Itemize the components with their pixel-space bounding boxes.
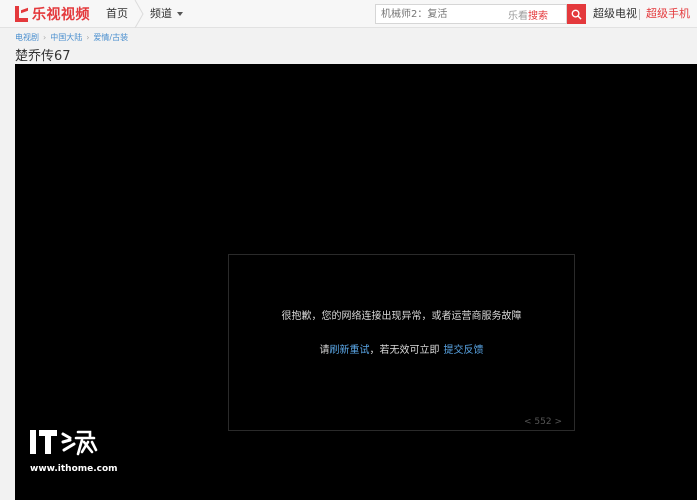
nav-home-link[interactable]: 首页 — [96, 0, 138, 28]
error-message: 很抱歉，您的网络连接出现异常，或者运营商服务故障 — [281, 311, 522, 322]
breadcrumb-item[interactable]: 电视剧 — [15, 32, 39, 43]
chevron-right-icon: › — [43, 32, 47, 42]
header-divider — [639, 9, 640, 20]
search-hint: 乐看搜索 — [508, 10, 548, 22]
ithome-logo-icon — [30, 430, 98, 456]
search-box: 乐看搜索 — [375, 4, 567, 24]
error-code: < 552 > — [524, 417, 562, 427]
super-phone-link[interactable]: 超级手机 — [646, 0, 690, 28]
breadcrumb: 电视剧 › 中国大陆 › 爱情/古装 — [15, 31, 128, 43]
breadcrumb-item[interactable]: 爱情/古装 — [93, 32, 128, 43]
site-logo[interactable]: 乐视视频 — [13, 4, 90, 24]
super-tv-link[interactable]: 超级电视 — [593, 0, 637, 28]
logo-text: 乐视视频 — [32, 7, 90, 23]
retry-line: 请刷新重试，若无效可立即 提交反馈 — [229, 341, 574, 356]
retry-middle: ，若无效可立即 — [369, 345, 440, 356]
page-title: 楚乔传67 — [15, 49, 71, 64]
error-panel: 很抱歉，您的网络连接出现异常，或者运营商服务故障 请刷新重试，若无效可立即 提交反… — [228, 254, 575, 431]
breadcrumb-item[interactable]: 中国大陆 — [50, 32, 82, 43]
ithome-watermark: www.ithome.com — [30, 428, 120, 478]
retry-prefix: 请 — [319, 345, 330, 356]
nav-separator-icon — [134, 0, 144, 28]
chevron-down-icon — [177, 12, 183, 16]
nav-channel-dropdown[interactable]: 频道 — [150, 0, 183, 28]
search-button[interactable] — [567, 4, 586, 24]
search-input[interactable] — [376, 5, 508, 23]
letv-logo-icon — [13, 5, 29, 23]
watermark-url: www.ithome.com — [30, 464, 118, 474]
nav-channel-label: 频道 — [150, 7, 172, 20]
search-icon — [571, 9, 582, 20]
top-header: 乐视视频 首页 频道 乐看搜索 超级电视 超级手机 — [0, 0, 697, 28]
refresh-retry-link[interactable]: 刷新重试 — [330, 345, 370, 356]
chevron-right-icon: › — [86, 32, 90, 42]
submit-feedback-link[interactable]: 提交反馈 — [444, 345, 484, 356]
